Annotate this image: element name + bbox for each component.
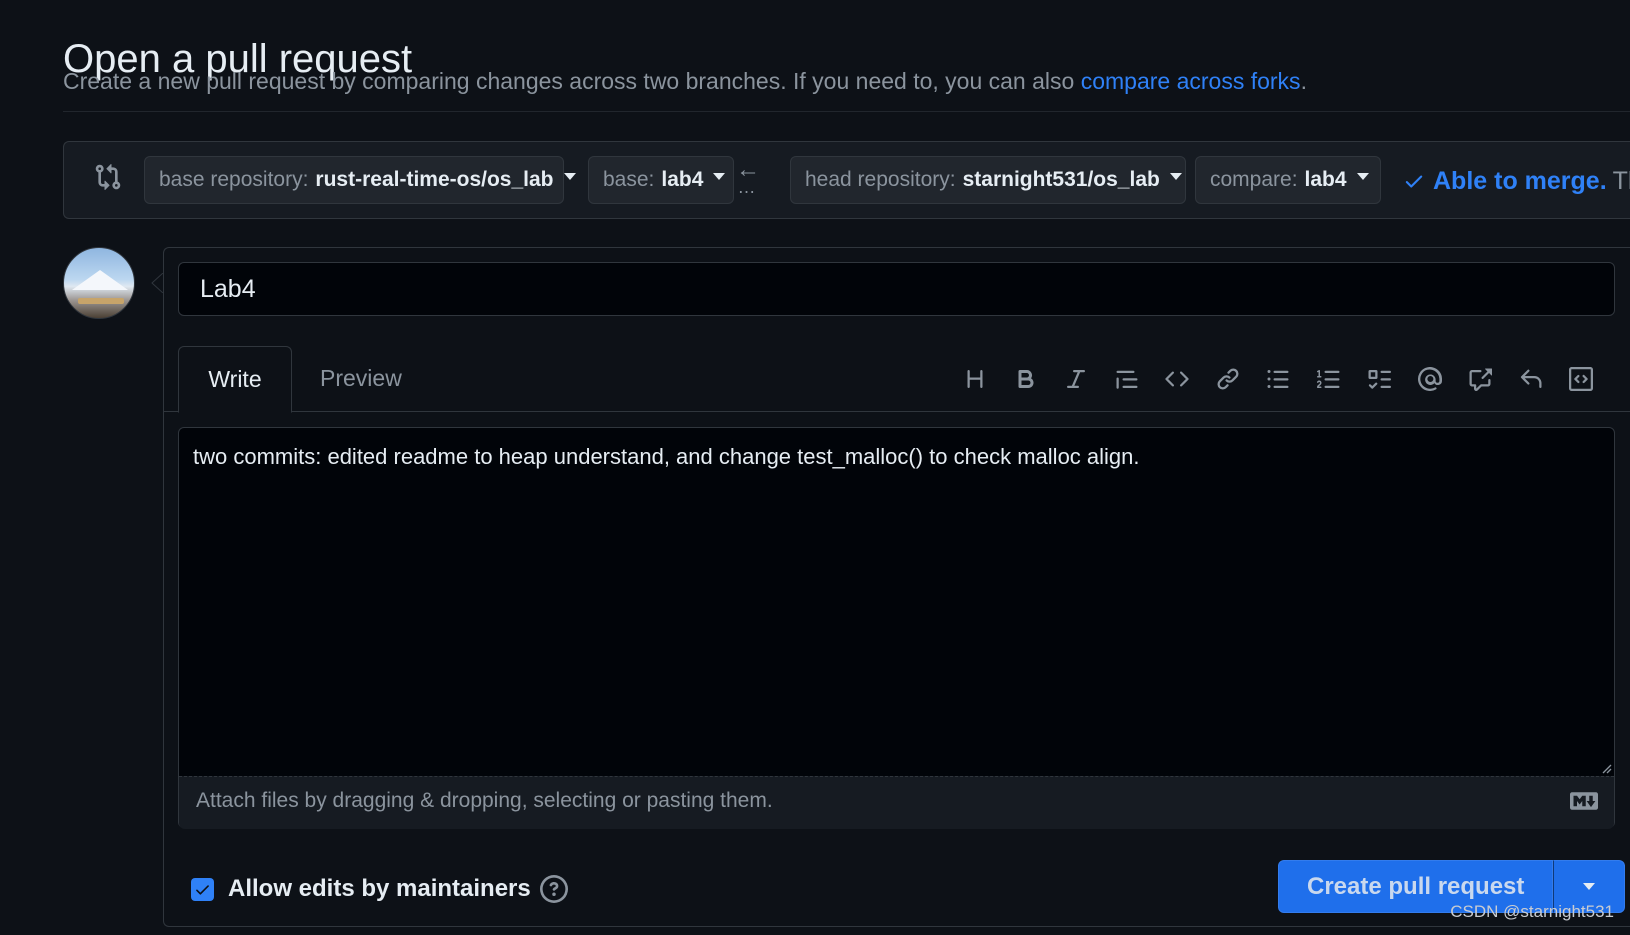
slash-commands-icon[interactable] <box>1556 361 1607 397</box>
reply-icon[interactable] <box>1506 361 1557 397</box>
bridge-shape <box>78 298 124 304</box>
attach-files-bar[interactable]: Attach files by dragging & dropping, sel… <box>179 776 1614 829</box>
subtitle-text: Create a new pull request by comparing c… <box>63 68 1081 94</box>
quote-icon[interactable] <box>1102 361 1153 397</box>
comment-body-textarea[interactable]: two commits: edited readme to heap under… <box>179 428 1614 776</box>
task-list-icon[interactable] <box>1354 361 1405 397</box>
allow-edits-checkbox[interactable] <box>191 877 214 901</box>
question-icon[interactable] <box>539 875 568 903</box>
base-branch-select[interactable]: base: lab4 <box>588 156 734 204</box>
italic-icon[interactable] <box>1051 361 1102 397</box>
head-repository-select[interactable]: head repository: starnight531/os_lab <box>790 156 1186 204</box>
bold-icon[interactable] <box>1001 361 1052 397</box>
chevron-down-icon <box>1583 883 1596 890</box>
watermark: CSDN @starnight531 <box>1450 902 1614 921</box>
resize-grip-icon[interactable] <box>1600 762 1612 774</box>
check-icon <box>1405 175 1423 188</box>
arrow-left-icon: ← … <box>736 156 760 197</box>
attach-files-text: Attach files by dragging & dropping, sel… <box>196 789 773 812</box>
chevron-down-icon <box>713 172 726 180</box>
subtitle-end: . <box>1300 68 1307 94</box>
merge-status-detail: Th <box>1612 167 1630 195</box>
cross-reference-icon[interactable] <box>1455 361 1506 397</box>
compare-branch-select[interactable]: compare: lab4 <box>1195 156 1381 204</box>
page-subtitle: Create a new pull request by comparing c… <box>63 66 1307 96</box>
heading-icon[interactable] <box>950 361 1001 397</box>
ordered-list-icon[interactable] <box>1304 361 1355 397</box>
mountain-shape <box>72 270 128 290</box>
markdown-icon[interactable] <box>1570 792 1598 810</box>
base-repository-value: rust-real-time-os/os_lab <box>315 168 554 191</box>
merge-status-text: Able to merge. <box>1433 167 1607 195</box>
title-input[interactable] <box>178 262 1615 316</box>
merge-status: Able to merge.Th <box>1403 164 1630 198</box>
header-divider <box>63 111 1630 112</box>
compare-branch-value: lab4 <box>1304 168 1347 191</box>
chevron-down-icon <box>1169 172 1182 180</box>
base-branch-label: base: <box>603 168 655 191</box>
comment-pointer <box>151 273 163 293</box>
editor-tabs: Write Preview <box>178 344 430 413</box>
base-repository-label: base repository: <box>159 168 309 191</box>
chevron-down-icon <box>563 172 576 180</box>
ellipsis-icon: … <box>737 177 757 197</box>
allow-edits-row: Allow edits by maintainers <box>191 869 568 909</box>
compare-icon <box>95 164 121 190</box>
unordered-list-icon[interactable] <box>1253 361 1304 397</box>
check-icon <box>196 884 209 895</box>
mention-icon[interactable] <box>1405 361 1456 397</box>
tab-preview[interactable]: Preview <box>292 345 430 412</box>
range-editor: base repository: rust-real-time-os/os_la… <box>63 141 1630 219</box>
compare-branch-label: compare: <box>1210 168 1298 191</box>
compare-across-forks-link[interactable]: compare across forks <box>1081 68 1301 94</box>
base-branch-value: lab4 <box>661 168 704 191</box>
tab-write[interactable]: Write <box>178 346 292 413</box>
link-icon[interactable] <box>1203 361 1254 397</box>
chevron-down-icon <box>1356 172 1369 180</box>
allow-edits-label[interactable]: Allow edits by maintainers <box>228 875 531 903</box>
comment-editor: two commits: edited readme to heap under… <box>178 427 1615 829</box>
markdown-toolbar <box>950 361 1607 397</box>
head-repository-value: starnight531/os_lab <box>962 168 1160 191</box>
code-icon[interactable] <box>1152 361 1203 397</box>
base-repository-select[interactable]: base repository: rust-real-time-os/os_la… <box>144 156 576 204</box>
avatar[interactable] <box>63 247 135 319</box>
head-repository-label: head repository: <box>805 168 956 191</box>
